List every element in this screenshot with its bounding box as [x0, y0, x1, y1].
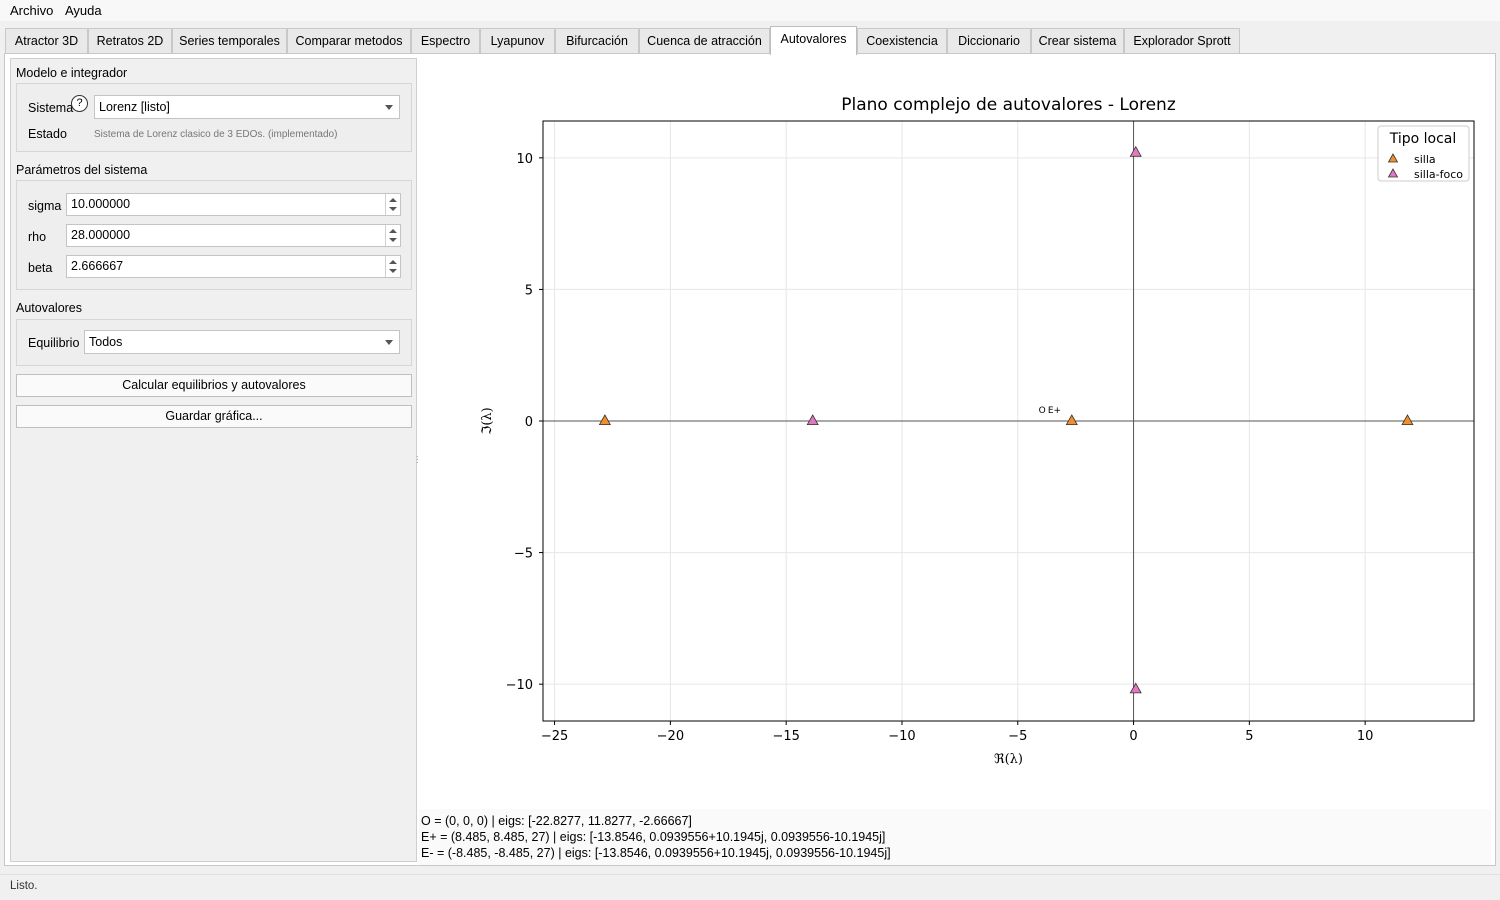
equilibria-info: O = (0, 0, 0) | eigs: [-22.8277, 11.8277…	[419, 809, 1491, 865]
eigenvalue-chart: −25 −20 −15 −10 −5 0 5 10 −10 −5 0 5 10 Plano comple…	[480, 95, 1475, 767]
status-bar: Listo.	[0, 874, 1500, 900]
menu-archivo[interactable]: Archivo	[10, 3, 53, 18]
state-label: Estado	[28, 127, 67, 141]
param-rho-value: 28.000000	[71, 228, 131, 242]
tab-lyapunov[interactable]: Lyapunov	[480, 28, 555, 54]
x-tick-label: −5	[1008, 729, 1027, 744]
param-label-beta: beta	[28, 261, 53, 275]
data-point-silla	[1401, 414, 1414, 426]
x-tick-label: −10	[888, 729, 915, 744]
param-label-sigma: sigma	[28, 199, 62, 213]
x-tick-label: −25	[541, 729, 568, 744]
spin-up-icon[interactable]	[389, 229, 397, 233]
y-tick-label: −10	[506, 678, 533, 693]
legend-label-silla-foco: silla-foco	[1414, 168, 1463, 181]
data-point-silla	[1065, 414, 1078, 426]
equilibrium-select-value: Todos	[89, 335, 123, 349]
menu-bar: Archivo Ayuda	[0, 0, 1500, 21]
section-autovalores: Autovalores	[16, 301, 83, 315]
chart-ticks: −25 −20 −15 −10 −5 0 5 10 −10 −5 0 5 10	[506, 152, 1374, 744]
info-line-eplus: E+ = (8.485, 8.485, 27) | eigs: [-13.854…	[421, 830, 886, 844]
spin-down-icon[interactable]	[389, 238, 397, 242]
eigenvalue-plot-canvas[interactable]: −25 −20 −15 −10 −5 0 5 10 −10 −5 0 5 10 Plano comple…	[419, 58, 1491, 806]
system-label: Sistema	[28, 101, 74, 115]
legend-title: Tipo local	[1389, 131, 1457, 147]
param-sigma-spinbox[interactable]: 10.000000	[66, 193, 401, 216]
tab-bar: Atractor 3D Retratos 2D Series temporale…	[0, 26, 1500, 55]
tab-coexistencia[interactable]: Coexistencia	[857, 28, 947, 54]
tab-content-autovalores: Modelo e integrador Sistema ? Lorenz [li…	[4, 53, 1496, 866]
chart-axes	[542, 120, 1475, 722]
menu-ayuda[interactable]: Ayuda	[65, 3, 102, 18]
spin-up-icon[interactable]	[389, 260, 397, 264]
status-text: Listo.	[10, 880, 38, 892]
point-annotation: E+	[1048, 406, 1061, 416]
x-tick-label: 0	[1129, 729, 1137, 744]
chart-title: Plano complejo de autovalores - Lorenz	[841, 95, 1176, 115]
tab-atractor-3d[interactable]: Atractor 3D	[5, 28, 88, 54]
equilibrium-label: Equilibrio	[28, 336, 80, 350]
x-tick-label: −20	[657, 729, 684, 744]
x-tick-label: −15	[772, 729, 799, 744]
equilibrium-select[interactable]: Todos	[84, 330, 400, 354]
param-rho-spinbox[interactable]: 28.000000	[66, 224, 401, 247]
tab-autovalores[interactable]: Autovalores	[770, 26, 857, 55]
tab-espectro[interactable]: Espectro	[411, 28, 480, 54]
tab-diccionario[interactable]: Diccionario	[947, 28, 1031, 54]
chart-xlabel: ℜ(λ)	[994, 752, 1023, 767]
spin-buttons[interactable]	[385, 256, 400, 277]
y-tick-label: 10	[516, 152, 533, 167]
group-parametros: sigma 10.000000 rho 28.000000 beta 2.666…	[16, 180, 412, 290]
tab-series-temporales[interactable]: Series temporales	[172, 28, 287, 54]
section-modelo-integrador: Modelo e integrador	[16, 66, 128, 80]
tab-explorador-sprott[interactable]: Explorador Sprott	[1124, 28, 1240, 54]
data-point-silla	[598, 414, 611, 426]
chart-annotations: O E+	[1039, 406, 1061, 416]
x-tick-label: 10	[1357, 729, 1374, 744]
control-panel: Modelo e integrador Sistema ? Lorenz [li…	[10, 58, 417, 862]
param-label-rho: rho	[28, 230, 47, 244]
tab-retratos-2d[interactable]: Retratos 2D	[88, 28, 172, 54]
group-autovalores: Equilibrio Todos	[16, 319, 412, 366]
system-select[interactable]: Lorenz [listo]	[94, 95, 400, 119]
legend-label-silla: silla	[1414, 153, 1436, 166]
group-modelo: Sistema ? Lorenz [listo] Estado Sistema …	[16, 83, 412, 152]
chart-ylabel: ℑ(λ)	[480, 407, 495, 434]
tab-comparar-metodos[interactable]: Comparar metodos	[287, 28, 411, 54]
y-tick-label: −5	[514, 547, 533, 562]
spin-buttons[interactable]	[385, 194, 400, 215]
system-select-value: Lorenz [listo]	[99, 100, 170, 114]
x-tick-label: 5	[1245, 729, 1253, 744]
data-point-silla-foco	[806, 414, 819, 426]
spin-buttons[interactable]	[385, 225, 400, 246]
info-line-eminus: E- = (-8.485, -8.485, 27) | eigs: [-13.8…	[421, 846, 891, 860]
param-beta-value: 2.666667	[71, 259, 124, 273]
save-plot-button[interactable]: Guardar gráfica...	[16, 405, 412, 428]
data-point-silla-foco	[1129, 145, 1142, 157]
spin-down-icon[interactable]	[389, 269, 397, 273]
y-tick-label: 0	[525, 415, 533, 430]
spin-up-icon[interactable]	[389, 198, 397, 202]
spin-down-icon[interactable]	[389, 207, 397, 211]
chart-legend: Tipo local silla silla-foco	[1377, 125, 1470, 182]
tab-crear-sistema[interactable]: Crear sistema	[1031, 28, 1124, 54]
compute-eigenvalues-button[interactable]: Calcular equilibrios y autovalores	[16, 374, 412, 397]
param-sigma-value: 10.000000	[71, 197, 131, 211]
state-description: Sistema de Lorenz clasico de 3 EDOs. (im…	[94, 129, 338, 140]
chevron-down-icon	[385, 105, 393, 110]
chart-points	[598, 145, 1414, 694]
help-icon[interactable]: ?	[71, 95, 88, 112]
tab-bifurcacion[interactable]: Bifurcación	[555, 28, 639, 54]
info-line-o: O = (0, 0, 0) | eigs: [-22.8277, 11.8277…	[421, 814, 692, 828]
section-parametros: Parámetros del sistema	[16, 163, 148, 177]
data-point-silla-foco	[1129, 682, 1142, 694]
chevron-down-icon	[385, 340, 393, 345]
y-tick-label: 5	[525, 283, 533, 298]
tab-cuenca-de-atraccion[interactable]: Cuenca de atracción	[639, 28, 770, 54]
point-annotation: O	[1039, 406, 1046, 416]
param-beta-spinbox[interactable]: 2.666667	[66, 255, 401, 278]
